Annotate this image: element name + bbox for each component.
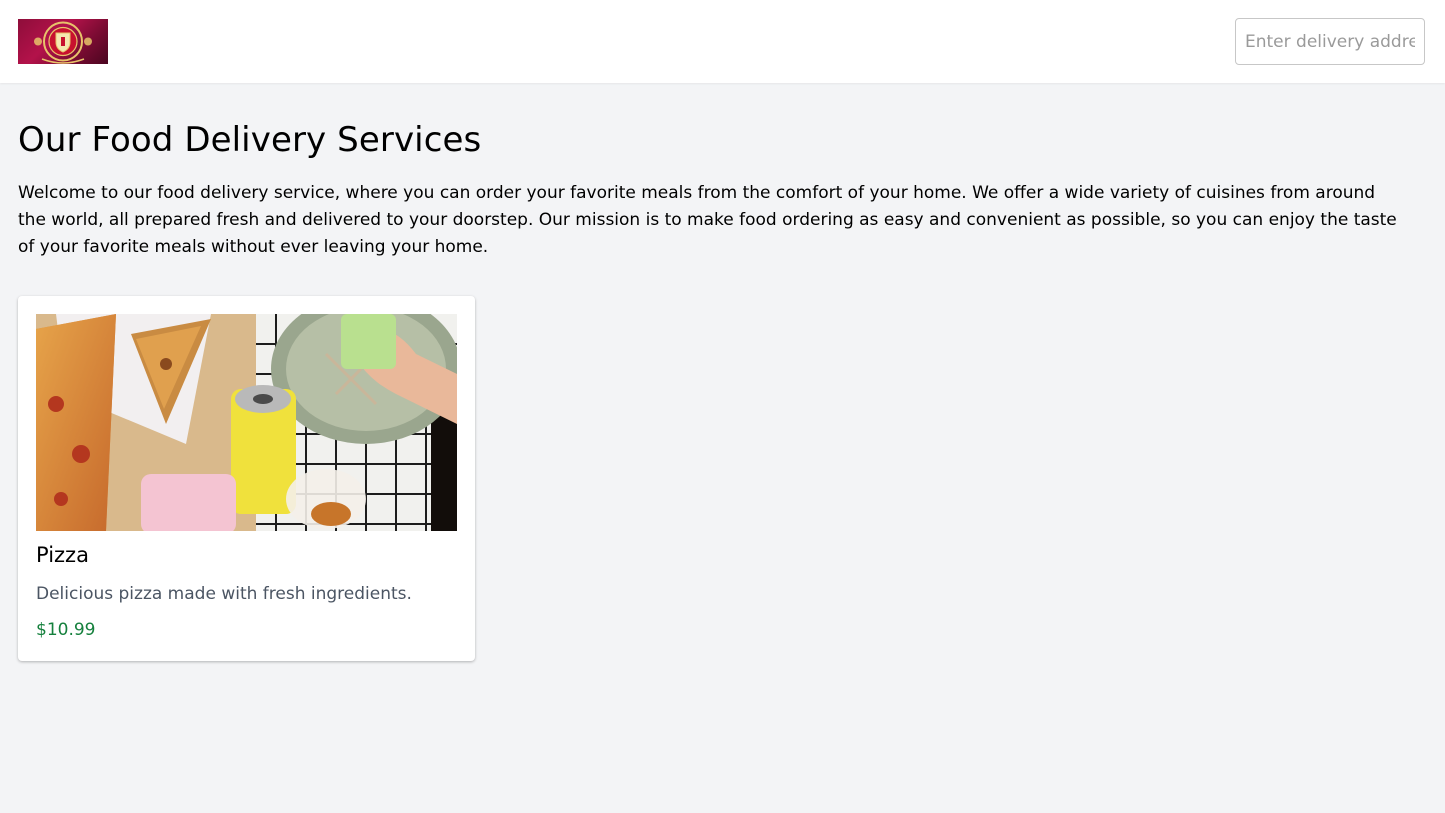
site-header xyxy=(0,0,1445,83)
intro-paragraph: Welcome to our food delivery service, wh… xyxy=(18,183,1397,257)
page-title: Our Food Delivery Services xyxy=(18,120,482,160)
delivery-address-input[interactable] xyxy=(1235,18,1425,65)
main-content: Our Food Delivery Services Welcome to ou… xyxy=(18,83,1413,661)
menu-item-name: Pizza xyxy=(36,543,89,567)
menu-item-card[interactable]: Pizza Delicious pizza made with fresh in… xyxy=(18,296,475,661)
logo[interactable] xyxy=(18,19,108,64)
pizza-image xyxy=(36,314,457,531)
menu-item-price: $10.99 xyxy=(36,620,96,640)
menu-item-description: Delicious pizza made with fresh ingredie… xyxy=(36,584,412,604)
crest-icon xyxy=(34,21,92,64)
